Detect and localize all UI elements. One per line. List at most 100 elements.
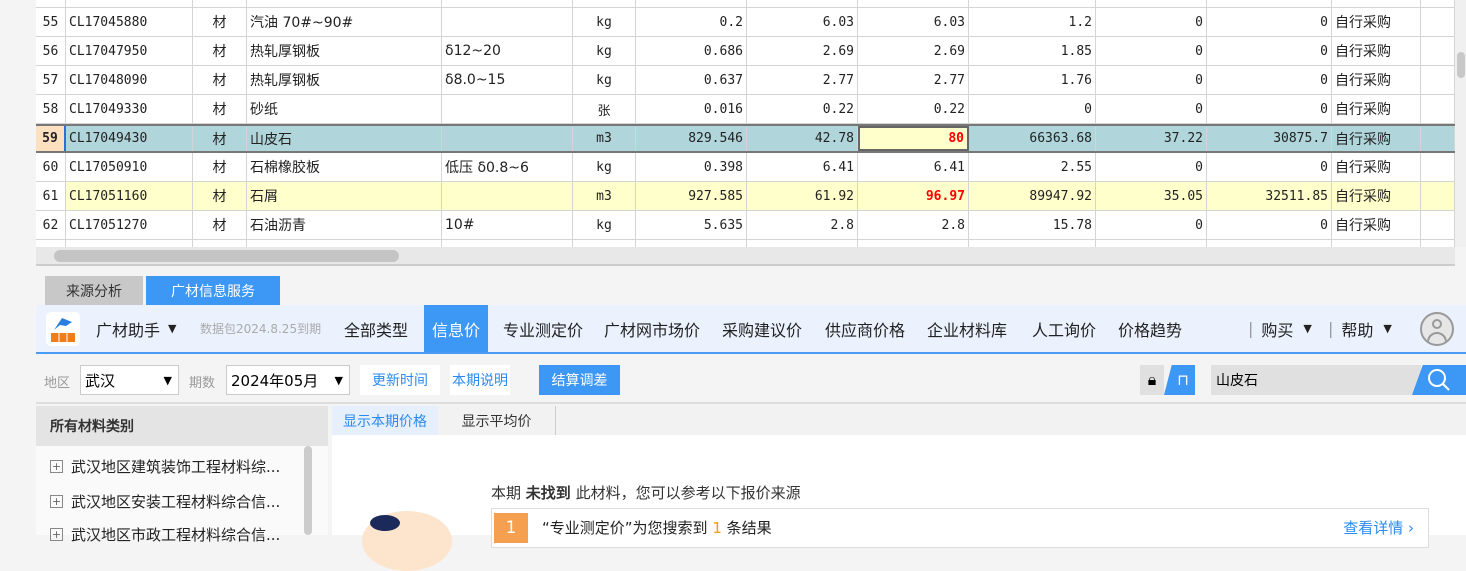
cell-code[interactable]: CL17047950 bbox=[66, 37, 193, 65]
cell-p2[interactable]: 6.03 bbox=[858, 8, 969, 36]
cell-diffamt[interactable] bbox=[1207, 0, 1332, 7]
cell-amt[interactable]: 1.2 bbox=[969, 8, 1096, 36]
help-menu[interactable]: | 帮助 ▼ bbox=[1322, 305, 1398, 352]
cell-diff[interactable] bbox=[1096, 0, 1207, 7]
cell-name[interactable] bbox=[247, 240, 442, 247]
cell-no[interactable] bbox=[36, 240, 66, 247]
cell-unit[interactable] bbox=[573, 0, 636, 7]
cell-extra[interactable] bbox=[1421, 95, 1455, 123]
lock-icon[interactable]: 🔒︎ bbox=[1140, 365, 1164, 395]
cell-diffamt[interactable]: 0 bbox=[1207, 66, 1332, 94]
cell-spec[interactable] bbox=[442, 0, 573, 7]
category-item[interactable]: + 武汉地区安装工程材料综合信... bbox=[50, 491, 280, 512]
cell-source[interactable]: 自行采购 bbox=[1332, 126, 1421, 151]
cell-no[interactable] bbox=[36, 0, 66, 7]
nav-item[interactable]: 人工询价 bbox=[1026, 305, 1102, 352]
cell-p2[interactable]: 2.8 bbox=[858, 211, 969, 239]
cell-name[interactable]: 汽油 70#~90# bbox=[247, 8, 442, 36]
table-row[interactable]: 59 CL17049430 材山皮石 m3 829.546 42.78 80 66363.68… bbox=[36, 124, 1455, 153]
table-row[interactable]: 57 CL17048090 材热轧厚钢板 δ8.0~15 kg 0.637 2.77 2.77… bbox=[36, 66, 1455, 95]
cell-p1[interactable]: 0.22 bbox=[747, 95, 858, 123]
cell-type[interactable] bbox=[193, 240, 247, 247]
table-row[interactable] bbox=[36, 0, 1455, 8]
cell-code[interactable]: CL17049330 bbox=[66, 95, 193, 123]
cell-source[interactable]: 自行采购 bbox=[1332, 182, 1421, 210]
cell-diffamt[interactable]: 32511.85 bbox=[1207, 182, 1332, 210]
cell-p1[interactable]: 2.8 bbox=[747, 211, 858, 239]
cell-source[interactable]: 自行采购 bbox=[1332, 66, 1421, 94]
cell-spec[interactable] bbox=[442, 182, 573, 210]
table-row[interactable]: 55 CL17045880 材汽油 70#~90# kg 0.2 6.03 6.03 1.2 0… bbox=[36, 8, 1455, 37]
cell-type[interactable]: 材 bbox=[193, 8, 247, 36]
search-input[interactable]: 山皮石 bbox=[1211, 365, 1421, 395]
cell-qty[interactable]: 0.2 bbox=[636, 8, 747, 36]
cell-unit[interactable]: 张 bbox=[573, 95, 636, 123]
nav-item[interactable]: 采购建议价 bbox=[716, 305, 808, 352]
cell-diff[interactable]: 0 bbox=[1096, 153, 1207, 181]
cell-name[interactable]: 砂纸 bbox=[247, 95, 442, 123]
cell-qty[interactable]: 5.635 bbox=[636, 211, 747, 239]
cell-source[interactable]: 自行采购 bbox=[1332, 37, 1421, 65]
nav-item[interactable]: 企业材料库 bbox=[921, 305, 1013, 352]
cell-p2[interactable]: 6.41 bbox=[858, 153, 969, 181]
horizontal-scrollbar[interactable] bbox=[36, 247, 1455, 266]
cell-no[interactable]: 61 bbox=[36, 182, 66, 210]
vertical-scrollbar[interactable] bbox=[1455, 0, 1466, 247]
cell-type[interactable]: 材 bbox=[193, 153, 247, 181]
cell-source[interactable] bbox=[1332, 0, 1421, 7]
period-note-button[interactable]: 本期说明 bbox=[450, 365, 510, 395]
cell-spec[interactable] bbox=[442, 8, 573, 36]
cell-p1[interactable] bbox=[747, 240, 858, 247]
cell-qty[interactable]: 829.546 bbox=[636, 126, 747, 151]
cell-unit[interactable]: kg bbox=[573, 66, 636, 94]
table-row[interactable]: 62 CL17051270 材石油沥青 10# kg 5.635 2.8 2.8 15.78 0 0… bbox=[36, 211, 1455, 240]
cell-extra[interactable] bbox=[1421, 182, 1455, 210]
cell-unit[interactable]: kg bbox=[573, 211, 636, 239]
cell-extra[interactable] bbox=[1421, 126, 1455, 151]
cell-spec[interactable] bbox=[442, 126, 573, 151]
cell-diffamt[interactable]: 0 bbox=[1207, 37, 1332, 65]
cell-amt[interactable] bbox=[969, 0, 1096, 7]
cell-spec[interactable] bbox=[442, 240, 573, 247]
cell-code[interactable]: CL17048090 bbox=[66, 66, 193, 94]
category-item[interactable]: + 武汉地区建筑装饰工程材料综... bbox=[50, 456, 280, 477]
update-time-button[interactable]: 更新时间 bbox=[360, 365, 440, 395]
cell-unit[interactable]: m3 bbox=[573, 182, 636, 210]
cell-type[interactable]: 材 bbox=[193, 95, 247, 123]
cell-amt[interactable]: 89947.92 bbox=[969, 182, 1096, 210]
cell-qty[interactable]: 0.398 bbox=[636, 153, 747, 181]
cell-diff[interactable] bbox=[1096, 240, 1207, 247]
cell-p2[interactable]: 2.69 bbox=[858, 37, 969, 65]
table-row[interactable]: 58 CL17049330 材砂纸张 0.016 0.22 0.22 0 0 0 自行采购 bbox=[36, 95, 1455, 124]
cell-qty[interactable]: 0.016 bbox=[636, 95, 747, 123]
cell-p2[interactable]: 80 bbox=[858, 126, 969, 151]
cell-no[interactable]: 62 bbox=[36, 211, 66, 239]
cell-spec[interactable] bbox=[442, 95, 573, 123]
category-scrollbar[interactable] bbox=[304, 446, 312, 535]
nav-item[interactable]: 全部类型 bbox=[338, 305, 414, 352]
cell-amt[interactable] bbox=[969, 240, 1096, 247]
cell-diff[interactable]: 0 bbox=[1096, 8, 1207, 36]
cell-type[interactable]: 材 bbox=[193, 182, 247, 210]
nav-item[interactable]: 专业测定价 bbox=[497, 305, 589, 352]
cell-type[interactable]: 材 bbox=[193, 37, 247, 65]
cell-spec[interactable]: δ12~20 bbox=[442, 37, 573, 65]
cell-p1[interactable]: 2.77 bbox=[747, 66, 858, 94]
cell-code[interactable] bbox=[66, 240, 193, 247]
cell-p2[interactable]: 2.77 bbox=[858, 66, 969, 94]
unlock-icon[interactable]: ⊓ bbox=[1164, 365, 1195, 395]
cell-code[interactable]: CL17051270 bbox=[66, 211, 193, 239]
cell-p1[interactable]: 61.92 bbox=[747, 182, 858, 210]
cell-extra[interactable] bbox=[1421, 66, 1455, 94]
cell-qty[interactable] bbox=[636, 240, 747, 247]
cell-diffamt[interactable]: 0 bbox=[1207, 95, 1332, 123]
cell-p1[interactable] bbox=[747, 0, 858, 7]
cell-p2[interactable]: 96.97 bbox=[858, 182, 969, 210]
cell-amt[interactable]: 66363.68 bbox=[969, 126, 1096, 151]
cell-diffamt[interactable]: 30875.7 bbox=[1207, 126, 1332, 151]
cell-unit[interactable]: kg bbox=[573, 153, 636, 181]
nav-item[interactable]: 广材网市场价 bbox=[598, 305, 706, 352]
cell-spec[interactable]: δ8.0~15 bbox=[442, 66, 573, 94]
cell-p2[interactable]: 0.22 bbox=[858, 95, 969, 123]
cell-code[interactable]: CL17045880 bbox=[66, 8, 193, 36]
